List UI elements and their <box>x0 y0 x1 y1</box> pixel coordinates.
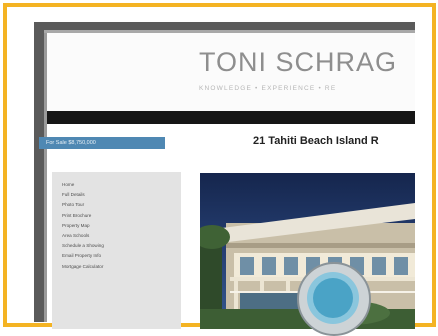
nav-item-full-details[interactable]: Full Details <box>62 190 181 200</box>
magnifier-lens-inner <box>313 278 353 318</box>
nav-item-print-brochure[interactable]: Print Brochure <box>62 211 181 221</box>
browser-frame-left <box>34 22 44 322</box>
nav-item-property-map[interactable]: Property Map <box>62 221 181 231</box>
nav-item-photo-tour[interactable]: Photo Tour <box>62 200 181 210</box>
browser-frame-top <box>34 22 415 30</box>
price-tag: For Sale $8,750,000 <box>39 137 165 149</box>
nav-item-schedule-showing[interactable]: Schedule a Showing <box>62 241 181 251</box>
nav-item-mortgage-calculator[interactable]: Mortgage Calculator <box>62 262 181 272</box>
property-title: 21 Tahiti Beach Island R <box>253 135 379 147</box>
brand-tagline: KNOWLEDGE • EXPERIENCE • RE <box>199 85 337 92</box>
price-label: For Sale $8,750,000 <box>46 140 96 146</box>
nav-item-area-schools[interactable]: Area Schools <box>62 231 181 241</box>
nav-bar <box>47 111 415 124</box>
nav-item-home[interactable]: Home <box>62 180 181 190</box>
brand-logo-text[interactable]: TONI SCHRAG <box>199 47 397 78</box>
nav-item-email-property[interactable]: Email Property Info <box>62 251 181 261</box>
property-side-nav: Home Full Details Photo Tour Print Broch… <box>52 172 181 329</box>
